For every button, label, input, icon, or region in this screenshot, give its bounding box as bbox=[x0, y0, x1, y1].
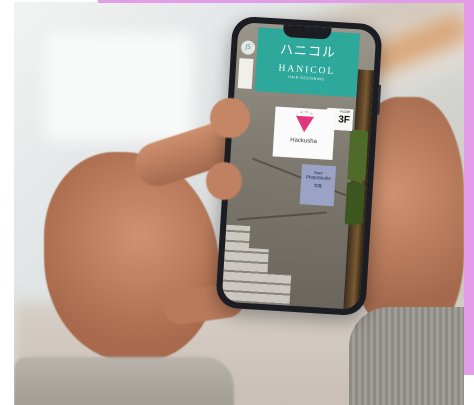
hackusha-label: Hackusha bbox=[290, 137, 318, 146]
smartphone: JS ハニコル HANICOL HAIR DESIGNING FLOOR 3F … bbox=[215, 15, 383, 317]
wall-crack bbox=[236, 211, 327, 221]
tiled-stairs bbox=[222, 192, 309, 307]
side-badge: JS bbox=[240, 40, 256, 56]
photo: JS ハニコル HANICOL HAIR DESIGNING FLOOR 3F … bbox=[14, 2, 464, 405]
hanicol-script: ハニコル bbox=[279, 42, 337, 62]
accent-bar-top bbox=[98, 0, 474, 3]
right-sleeve bbox=[349, 307, 464, 405]
side-sign-strip bbox=[237, 58, 254, 89]
right-finger bbox=[206, 162, 242, 200]
left-sleeve bbox=[14, 357, 234, 405]
hackusha-rays-icon bbox=[294, 110, 316, 127]
hackusha-sign: Hackusha bbox=[272, 106, 336, 161]
accent-bar-right bbox=[464, 0, 474, 375]
right-finger bbox=[210, 98, 250, 138]
photo-studio-sign: Noor PhotoStudio 写真 bbox=[299, 164, 337, 207]
phone-screen: JS ハニコル HANICOL HAIR DESIGNING FLOOR 3F … bbox=[221, 22, 377, 310]
studio-line-3: 写真 bbox=[313, 182, 322, 189]
floor-sign-small: FLOOR bbox=[340, 109, 351, 115]
floor-sign-number: 3F bbox=[337, 114, 351, 127]
studio-line-2: PhotoStudio bbox=[305, 174, 331, 181]
left-hand bbox=[44, 152, 219, 362]
blurred-window bbox=[44, 32, 194, 142]
plant-leaves bbox=[343, 119, 369, 240]
